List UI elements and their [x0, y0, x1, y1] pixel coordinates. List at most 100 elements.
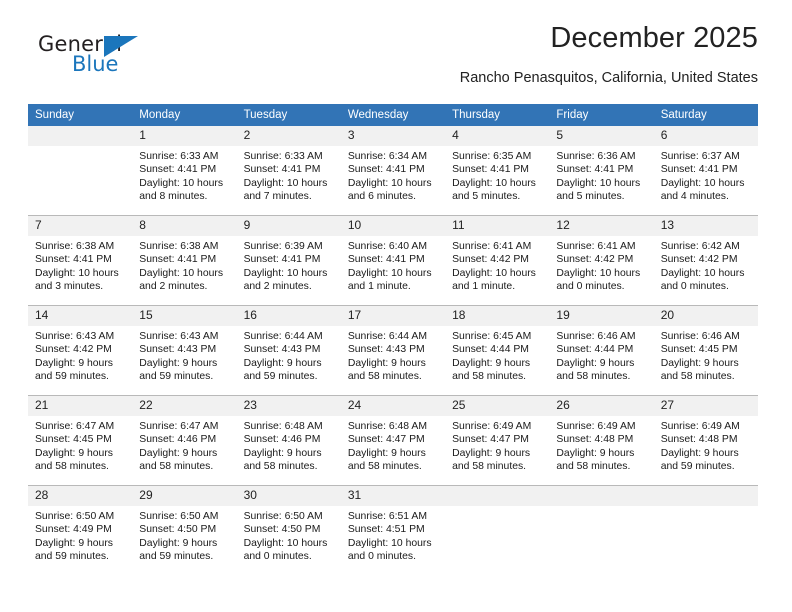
sunrise-text: Sunrise: 6:44 AM — [243, 331, 323, 342]
day-sun-info: Sunrise: 6:36 AM Sunset: 4:41 PM Daylight:… — [549, 146, 653, 203]
calendar-week-row: 14 Sunrise: 6:43 AM Sunset: 4:42 PM Dayligh… — [28, 305, 758, 396]
calendar-day-cell[interactable]: 23 Sunrise: 6:48 AM Sunset: 4:46 PM Dayligh… — [236, 395, 341, 486]
sunrise-text: Sunrise: 6:33 AM — [139, 151, 219, 162]
calendar-day-cell[interactable]: 12 Sunrise: 6:41 AM Sunset: 4:42 PM Dayligh… — [549, 215, 654, 306]
calendar-day-cell[interactable]: 8 Sunrise: 6:38 AM Sunset: 4:41 PM Daylight… — [132, 215, 237, 306]
calendar-day-cell[interactable]: 7 Sunrise: 6:38 AM Sunset: 4:41 PM Daylight… — [28, 215, 133, 306]
calendar-day-cell[interactable]: 4 Sunrise: 6:35 AM Sunset: 4:41 PM Daylight… — [445, 126, 550, 216]
calendar-day-cell[interactable]: 28 Sunrise: 6:50 AM Sunset: 4:49 PM Dayligh… — [28, 485, 133, 575]
daylight-text-line2: and 58 minutes. — [556, 460, 631, 472]
daylight-text-line1: Daylight: 10 hours — [243, 267, 328, 279]
general-blue-logo[interactable]: General Blue — [38, 32, 158, 84]
day-number — [28, 126, 133, 146]
daylight-text-line2: and 6 minutes. — [347, 190, 417, 202]
sunrise-text: Sunrise: 6:35 AM — [452, 151, 532, 162]
day-sun-info: Sunrise: 6:37 AM Sunset: 4:41 PM Daylight:… — [654, 146, 758, 203]
day-sun-info: Sunrise: 6:49 AM Sunset: 4:48 PM Daylight:… — [549, 416, 653, 473]
calendar-day-cell[interactable]: 16 Sunrise: 6:44 AM Sunset: 4:43 PM Dayligh… — [236, 305, 341, 396]
day-number: 23 — [236, 396, 341, 416]
sunset-text: Sunset: 4:41 PM — [139, 164, 217, 176]
sunset-text: Sunset: 4:41 PM — [35, 254, 112, 266]
day-number: 26 — [549, 396, 654, 416]
calendar-day-cell[interactable]: 20 Sunrise: 6:46 AM Sunset: 4:45 PM Dayligh… — [653, 305, 758, 396]
calendar-day-cell[interactable]: 11 Sunrise: 6:41 AM Sunset: 4:42 PM Dayligh… — [445, 215, 550, 306]
calendar-day-cell[interactable]: 13 Sunrise: 6:42 AM Sunset: 4:42 PM Dayligh… — [653, 215, 758, 306]
day-number — [549, 486, 654, 506]
sunset-text: Sunset: 4:41 PM — [243, 254, 321, 266]
daylight-text-line2: and 5 minutes. — [556, 190, 625, 202]
day-sun-info: Sunrise: 6:34 AM Sunset: 4:41 PM Daylight:… — [341, 146, 445, 203]
daylight-text-line1: Daylight: 10 hours — [139, 177, 224, 189]
daylight-text-line2: and 59 minutes. — [35, 550, 109, 562]
daylight-text-line1: Daylight: 10 hours — [556, 267, 641, 279]
calendar-day-cell[interactable]: 9 Sunrise: 6:39 AM Sunset: 4:41 PM Daylight… — [236, 215, 341, 306]
daylight-text-line1: Daylight: 10 hours — [35, 267, 119, 279]
day-sun-info: Sunrise: 6:45 AM Sunset: 4:44 PM Daylight:… — [445, 326, 549, 383]
weekday-header-wednesday: Wednesday — [340, 104, 446, 126]
day-sun-info: Sunrise: 6:33 AM Sunset: 4:41 PM Daylight:… — [237, 146, 341, 203]
day-number: 24 — [340, 396, 446, 416]
day-sun-info: Sunrise: 6:48 AM Sunset: 4:46 PM Daylight:… — [237, 416, 341, 473]
page-subtitle: Rancho Penasquitos, California, United S… — [459, 70, 758, 86]
calendar-day-cell[interactable]: 27 Sunrise: 6:49 AM Sunset: 4:48 PM Dayligh… — [653, 395, 758, 486]
sunrise-text: Sunrise: 6:49 AM — [452, 421, 532, 432]
daylight-text-line2: and 58 minutes. — [35, 460, 109, 472]
calendar-day-cell[interactable]: 21 Sunrise: 6:47 AM Sunset: 4:45 PM Dayligh… — [28, 395, 133, 486]
day-number: 27 — [653, 396, 758, 416]
day-number: 25 — [445, 396, 550, 416]
sunrise-text: Sunrise: 6:50 AM — [243, 511, 323, 522]
day-sun-info: Sunrise: 6:40 AM Sunset: 4:41 PM Daylight:… — [341, 236, 445, 293]
day-number: 29 — [132, 486, 237, 506]
daylight-text-line2: and 59 minutes. — [35, 370, 109, 382]
day-number: 3 — [340, 126, 446, 146]
calendar-page: General Blue December 2025 Rancho Penasq… — [0, 0, 792, 612]
calendar-day-cell[interactable]: 14 Sunrise: 6:43 AM Sunset: 4:42 PM Dayligh… — [28, 305, 133, 396]
calendar-day-cell[interactable]: 29 Sunrise: 6:50 AM Sunset: 4:50 PM Dayligh… — [132, 485, 237, 575]
day-number — [653, 486, 758, 506]
calendar-day-cell[interactable]: 24 Sunrise: 6:48 AM Sunset: 4:47 PM Dayligh… — [340, 395, 446, 486]
daylight-text-line1: Daylight: 9 hours — [139, 357, 218, 369]
calendar-day-cell[interactable]: 22 Sunrise: 6:47 AM Sunset: 4:46 PM Dayligh… — [132, 395, 237, 486]
daylight-text-line1: Daylight: 10 hours — [139, 267, 224, 279]
sunset-text: Sunset: 4:43 PM — [139, 344, 217, 356]
day-number: 11 — [445, 216, 550, 236]
calendar-day-cell[interactable]: 10 Sunrise: 6:40 AM Sunset: 4:41 PM Dayligh… — [340, 215, 446, 306]
sunrise-text: Sunrise: 6:47 AM — [139, 421, 219, 432]
sunrise-text: Sunrise: 6:48 AM — [243, 421, 323, 432]
day-number: 30 — [236, 486, 341, 506]
sunrise-text: Sunrise: 6:41 AM — [452, 241, 532, 252]
day-sun-info: Sunrise: 6:49 AM Sunset: 4:48 PM Daylight:… — [654, 416, 758, 473]
day-number: 28 — [28, 486, 133, 506]
day-number: 9 — [236, 216, 341, 236]
daylight-text-line1: Daylight: 10 hours — [347, 537, 432, 549]
calendar-day-cell[interactable]: 5 Sunrise: 6:36 AM Sunset: 4:41 PM Daylight… — [549, 126, 654, 216]
daylight-text-line2: and 59 minutes. — [243, 370, 318, 382]
calendar-day-cell[interactable]: 25 Sunrise: 6:49 AM Sunset: 4:47 PM Dayligh… — [445, 395, 550, 486]
daylight-text-line1: Daylight: 9 hours — [660, 447, 739, 459]
calendar-day-cell[interactable]: 26 Sunrise: 6:49 AM Sunset: 4:48 PM Dayligh… — [549, 395, 654, 486]
calendar-day-cell[interactable]: 2 Sunrise: 6:33 AM Sunset: 4:41 PM Daylight… — [236, 126, 341, 216]
day-number: 7 — [28, 216, 133, 236]
calendar-day-cell[interactable]: 30 Sunrise: 6:50 AM Sunset: 4:50 PM Dayligh… — [236, 485, 341, 575]
calendar-day-cell[interactable]: 17 Sunrise: 6:44 AM Sunset: 4:43 PM Dayligh… — [340, 305, 446, 396]
calendar-day-cell[interactable]: 3 Sunrise: 6:34 AM Sunset: 4:41 PM Daylight… — [340, 126, 446, 216]
daylight-text-line1: Daylight: 10 hours — [347, 267, 432, 279]
calendar-day-cell[interactable]: 19 Sunrise: 6:46 AM Sunset: 4:44 PM Dayligh… — [549, 305, 654, 396]
daylight-text-line2: and 58 minutes. — [243, 460, 318, 472]
weekday-header-thursday: Thursday — [445, 104, 550, 126]
calendar-day-cell[interactable]: 1 Sunrise: 6:33 AM Sunset: 4:41 PM Daylight… — [132, 126, 237, 216]
sunrise-text: Sunrise: 6:37 AM — [660, 151, 740, 162]
day-number: 22 — [132, 396, 237, 416]
day-sun-info: Sunrise: 6:41 AM Sunset: 4:42 PM Daylight:… — [445, 236, 549, 293]
calendar-day-cell[interactable]: 31 Sunrise: 6:51 AM Sunset: 4:51 PM Dayligh… — [340, 485, 446, 575]
daylight-text-line2: and 0 minutes. — [243, 550, 312, 562]
calendar-day-cell[interactable]: 15 Sunrise: 6:43 AM Sunset: 4:43 PM Dayligh… — [132, 305, 237, 396]
calendar-day-cell[interactable]: 18 Sunrise: 6:45 AM Sunset: 4:44 PM Dayligh… — [445, 305, 550, 396]
daylight-text-line2: and 1 minute. — [452, 280, 516, 292]
daylight-text-line1: Daylight: 9 hours — [452, 447, 531, 459]
day-number: 20 — [653, 306, 758, 326]
day-sun-info: Sunrise: 6:35 AM Sunset: 4:41 PM Daylight:… — [445, 146, 549, 203]
daylight-text-line2: and 58 minutes. — [660, 370, 735, 382]
calendar-day-cell[interactable]: 6 Sunrise: 6:37 AM Sunset: 4:41 PM Daylight… — [653, 126, 758, 216]
daylight-text-line2: and 5 minutes. — [452, 190, 521, 202]
